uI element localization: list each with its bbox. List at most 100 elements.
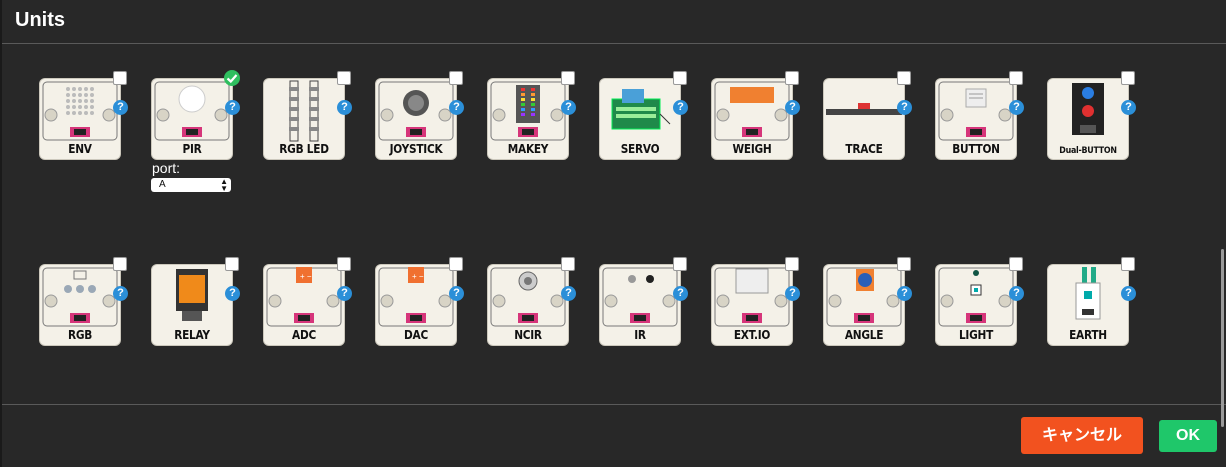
- unit-card[interactable]: BUTTON?: [936, 71, 1024, 161]
- unit-card-body[interactable]: TRACE: [824, 79, 904, 159]
- help-icon[interactable]: ?: [1009, 100, 1024, 115]
- port-select[interactable]: A ▲ ▼: [151, 177, 231, 193]
- unit-checkbox[interactable]: [897, 257, 911, 271]
- cancel-button[interactable]: キャンセル: [1021, 417, 1143, 454]
- help-icon[interactable]: ?: [449, 286, 464, 301]
- unit-card-body[interactable]: + − DAC: [376, 265, 456, 345]
- unit-card[interactable]: NCIR?: [488, 257, 576, 347]
- unit-checkbox[interactable]: [673, 257, 687, 271]
- unit-label: RGB LED: [279, 142, 329, 156]
- unit-checkbox[interactable]: [113, 71, 127, 85]
- unit-checkbox[interactable]: [337, 71, 351, 85]
- unit-checkbox[interactable]: [1009, 71, 1023, 85]
- help-icon[interactable]: ?: [225, 100, 240, 115]
- help-icon[interactable]: ?: [897, 286, 912, 301]
- help-icon[interactable]: ?: [113, 100, 128, 115]
- help-icon[interactable]: ?: [113, 286, 128, 301]
- unit-checkbox[interactable]: [785, 257, 799, 271]
- unit-card-body[interactable]: RGB: [40, 265, 120, 345]
- help-icon[interactable]: ?: [225, 286, 240, 301]
- unit-card[interactable]: TRACE?: [824, 71, 912, 161]
- unit-label: IR: [634, 328, 646, 342]
- units-dialog: Units ENV? PIR? RGB LED? JOYSTICK? MAKEY? SER…: [0, 0, 1226, 467]
- unit-label: ANGLE: [844, 328, 884, 342]
- unit-card[interactable]: Dual-BUTTON?: [1048, 71, 1136, 161]
- help-icon[interactable]: ?: [449, 100, 464, 115]
- unit-label: LIGHT: [958, 328, 994, 342]
- checked-checkbox-icon[interactable]: [223, 69, 241, 87]
- help-icon[interactable]: ?: [1121, 100, 1136, 115]
- select-arrows-icon: ▲ ▼: [220, 177, 228, 193]
- unit-card-body[interactable]: RELAY: [152, 265, 232, 345]
- unit-card[interactable]: WEIGH?: [712, 71, 800, 161]
- help-icon[interactable]: ?: [785, 100, 800, 115]
- unit-card[interactable]: ANGLE?: [824, 257, 912, 347]
- unit-card[interactable]: RGB?: [40, 257, 128, 347]
- unit-card[interactable]: MAKEY?: [488, 71, 576, 161]
- unit-checkbox[interactable]: [673, 71, 687, 85]
- unit-card-body[interactable]: IR: [600, 265, 680, 345]
- unit-checkbox[interactable]: [1009, 257, 1023, 271]
- scrollbar[interactable]: [1221, 249, 1224, 427]
- unit-card[interactable]: ENV?: [40, 71, 128, 161]
- weigh-module-icon: [714, 81, 790, 141]
- unit-card-body[interactable]: ANGLE: [824, 265, 904, 345]
- unit-card-body[interactable]: PIR: [152, 79, 232, 159]
- trace-module-icon: [826, 103, 902, 115]
- help-icon[interactable]: ?: [337, 100, 352, 115]
- help-icon[interactable]: ?: [673, 100, 688, 115]
- unit-card-body[interactable]: SERVO: [600, 79, 680, 159]
- unit-card-body[interactable]: JOYSTICK: [376, 79, 456, 159]
- unit-card[interactable]: RGB LED?: [264, 71, 352, 161]
- unit-checkbox[interactable]: [1121, 71, 1135, 85]
- unit-checkbox[interactable]: [897, 71, 911, 85]
- unit-label: NCIR: [514, 328, 542, 342]
- unit-card[interactable]: + − DAC?: [376, 257, 464, 347]
- unit-card[interactable]: RELAY?: [152, 257, 240, 347]
- unit-card-body[interactable]: EXT.IO: [712, 265, 792, 345]
- unit-checkbox[interactable]: [561, 71, 575, 85]
- unit-checkbox[interactable]: [113, 257, 127, 271]
- unit-card-body[interactable]: RGB LED: [264, 79, 344, 159]
- unit-checkbox[interactable]: [337, 257, 351, 271]
- unit-card-body[interactable]: + − ADC: [264, 265, 344, 345]
- help-icon[interactable]: ?: [785, 286, 800, 301]
- unit-card-body[interactable]: WEIGH: [712, 79, 792, 159]
- help-icon[interactable]: ?: [673, 286, 688, 301]
- help-icon[interactable]: ?: [1009, 286, 1024, 301]
- unit-card-body[interactable]: MAKEY: [488, 79, 568, 159]
- unit-card-body[interactable]: ENV: [40, 79, 120, 159]
- unit-card[interactable]: EXT.IO?: [712, 257, 800, 347]
- unit-checkbox[interactable]: [225, 257, 239, 271]
- unit-card-body[interactable]: LIGHT: [936, 265, 1016, 345]
- unit-label: ADC: [292, 328, 316, 342]
- help-icon[interactable]: ?: [337, 286, 352, 301]
- unit-checkbox[interactable]: [1121, 257, 1135, 271]
- help-icon[interactable]: ?: [1121, 286, 1136, 301]
- earth-module-icon: [1075, 267, 1101, 320]
- unit-card[interactable]: LIGHT?: [936, 257, 1024, 347]
- unit-card-body[interactable]: EARTH: [1048, 265, 1128, 345]
- unit-label: JOYSTICK: [389, 142, 443, 156]
- unit-checkbox[interactable]: [449, 71, 463, 85]
- rgb-led-strip-icon: [289, 80, 319, 142]
- ncir-module-icon: [490, 267, 566, 327]
- unit-card-body[interactable]: Dual-BUTTON: [1048, 79, 1128, 159]
- unit-card[interactable]: IR?: [600, 257, 688, 347]
- unit-card-body[interactable]: NCIR: [488, 265, 568, 345]
- unit-card[interactable]: + − ADC?: [264, 257, 352, 347]
- help-icon[interactable]: ?: [897, 100, 912, 115]
- unit-checkbox[interactable]: [561, 257, 575, 271]
- unit-card[interactable]: SERVO?: [600, 71, 688, 161]
- help-icon[interactable]: ?: [561, 100, 576, 115]
- unit-card[interactable]: PIR?: [152, 70, 240, 161]
- unit-checkbox[interactable]: [449, 257, 463, 271]
- unit-label: DAC: [404, 328, 428, 342]
- unit-card-body[interactable]: BUTTON: [936, 79, 1016, 159]
- unit-card[interactable]: EARTH?: [1048, 257, 1136, 347]
- unit-checkbox[interactable]: [785, 71, 799, 85]
- ir-module-icon: [602, 267, 678, 327]
- help-icon[interactable]: ?: [561, 286, 576, 301]
- ok-button[interactable]: OK: [1159, 420, 1217, 452]
- unit-card[interactable]: JOYSTICK?: [376, 71, 464, 161]
